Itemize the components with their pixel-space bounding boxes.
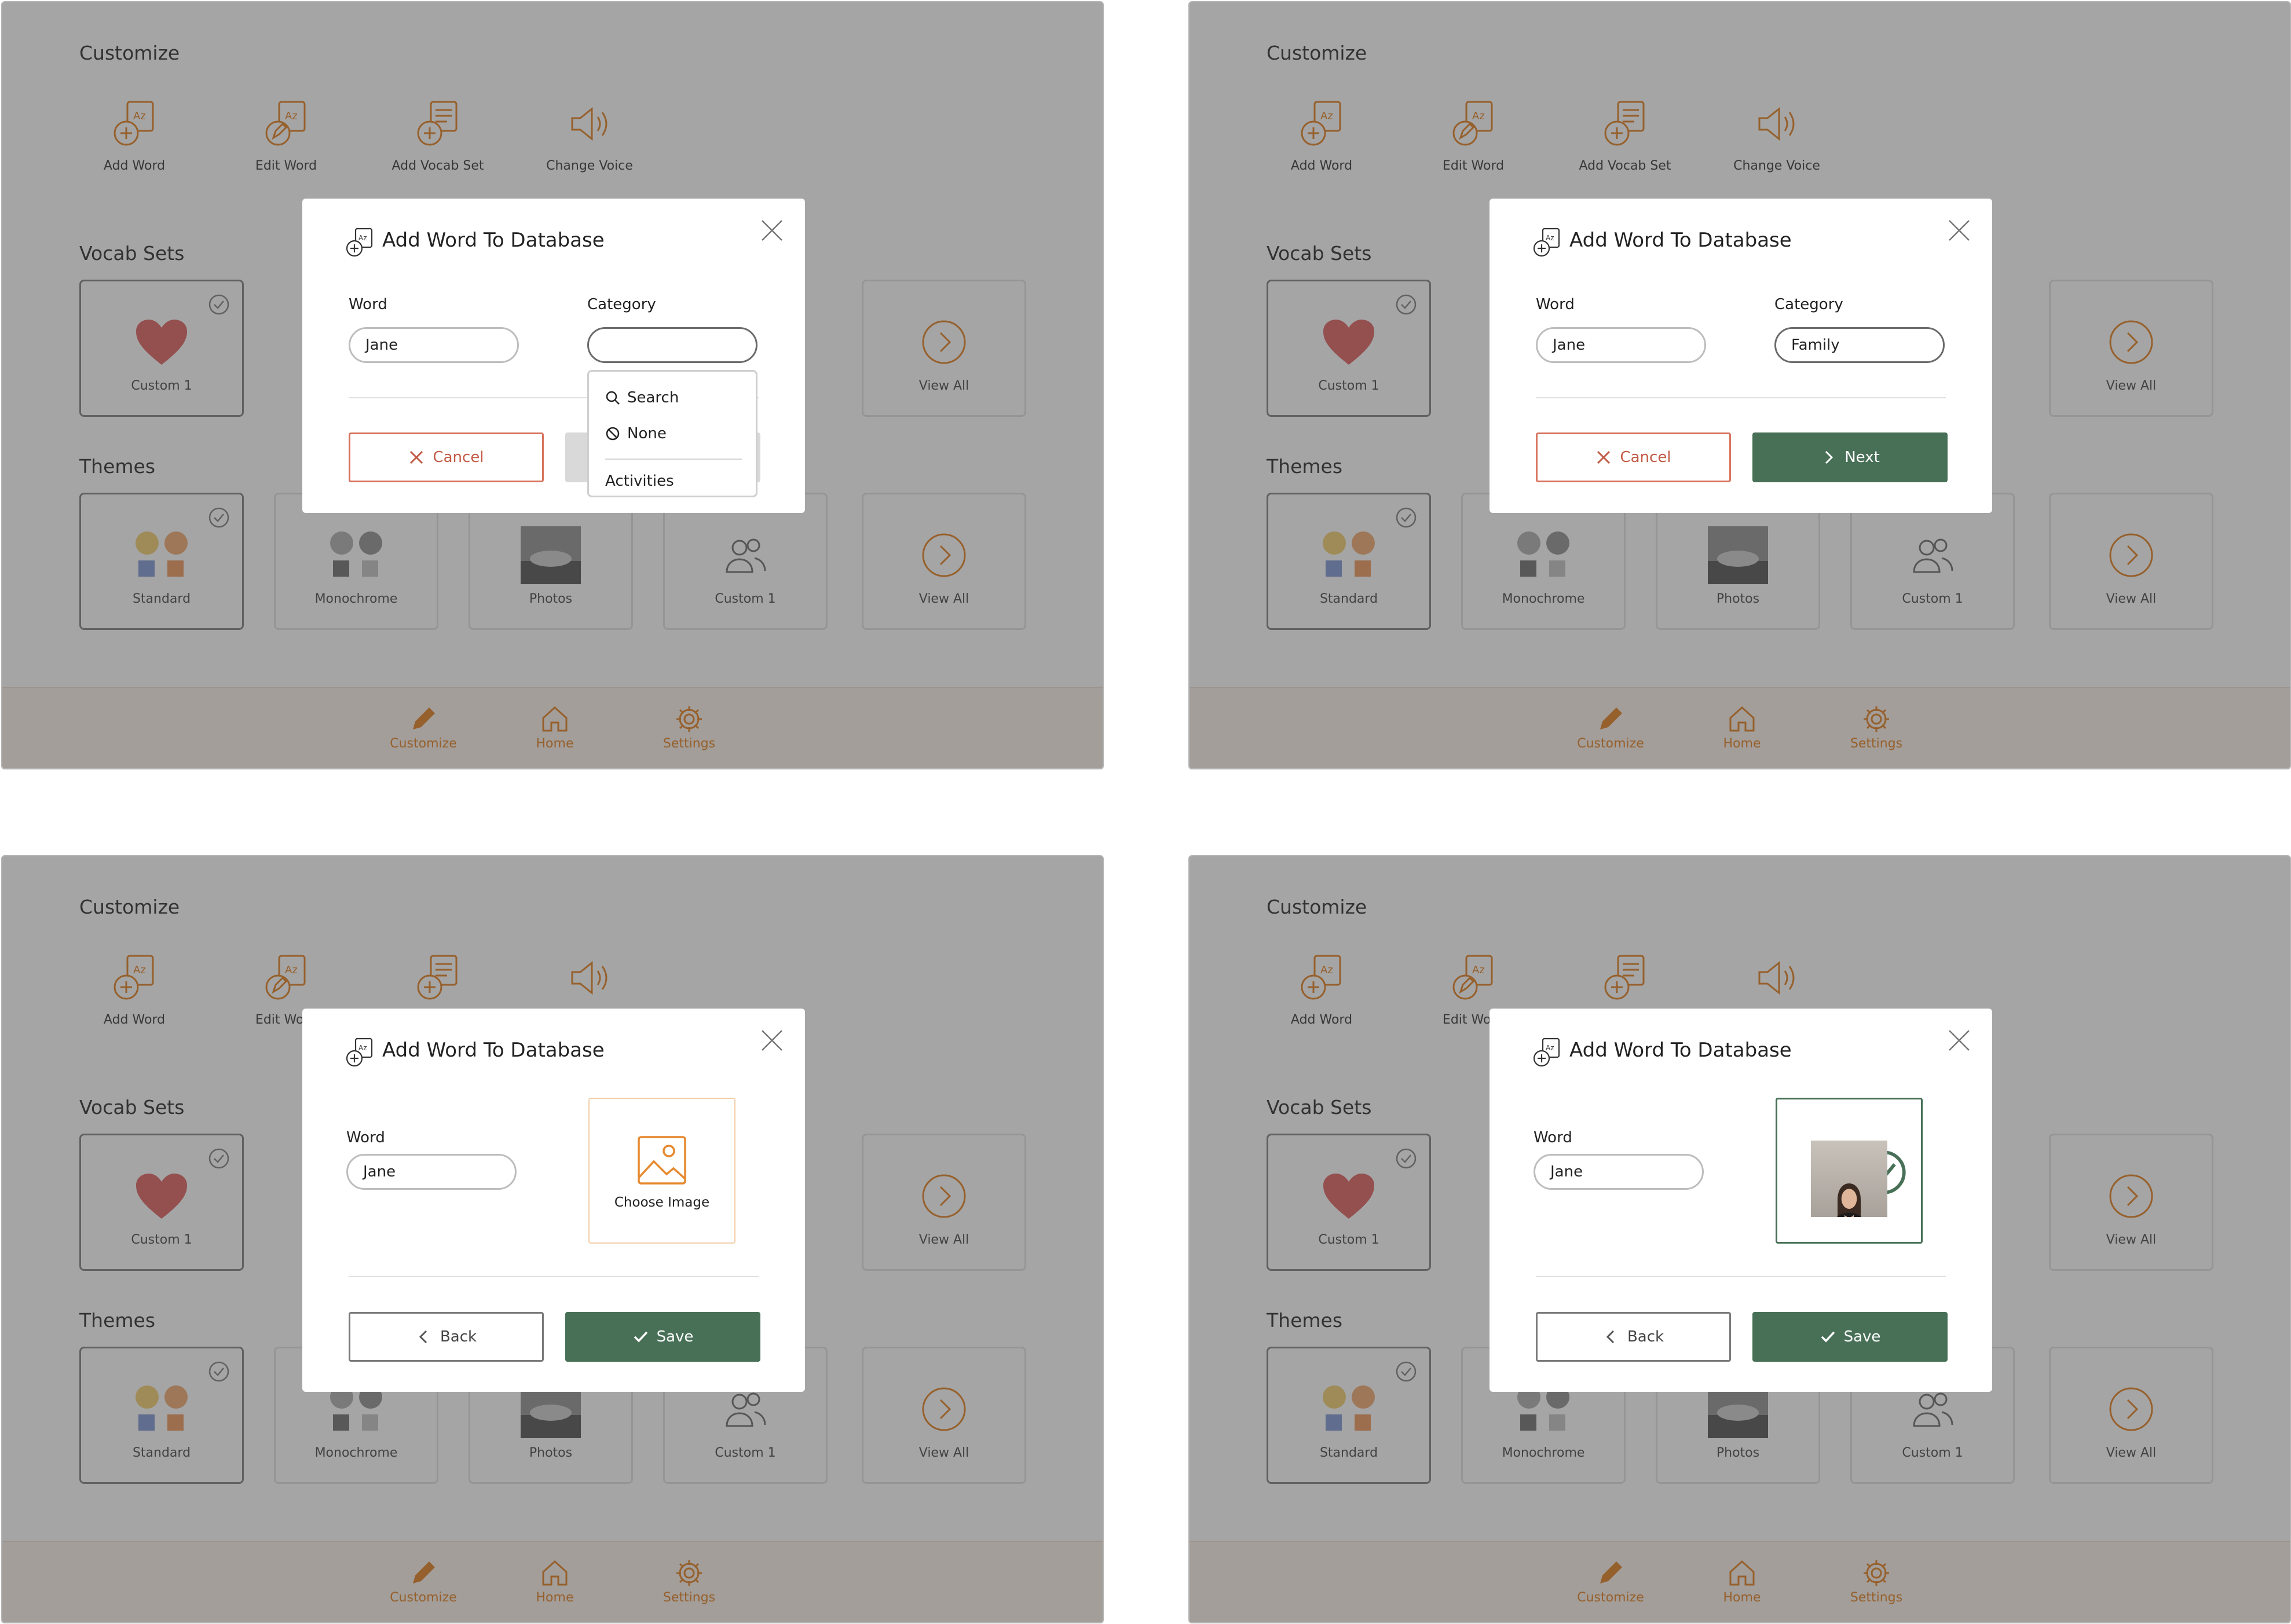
dropdown-option-none[interactable]: None [605,425,667,442]
svg-text:Az: Az [358,1044,367,1052]
save-button[interactable]: Save [1752,1312,1948,1362]
chevron-left-icon [419,1330,427,1344]
back-button[interactable]: Back [349,1312,544,1362]
choose-image-button[interactable]: Choose Image [588,1098,735,1244]
ban-icon [606,427,620,441]
close-icon [1597,450,1611,464]
image-placeholder-icon [638,1136,686,1185]
next-button[interactable]: Next [1752,432,1948,482]
modal-title: Add Word To Database [382,1039,605,1062]
back-button[interactable]: Back [1536,1312,1731,1362]
word-input[interactable]: Jane [1534,1154,1704,1190]
frame-category-selected: Customize Az Add Word Az Edit Word Add V… [1188,1,2291,769]
chevron-left-icon [1606,1330,1614,1344]
word-input[interactable]: Jane [1536,327,1706,363]
add-word-icon: Az [1533,1038,1560,1067]
modal-divider [1536,1276,1946,1277]
word-input[interactable]: Jane [346,1154,517,1190]
category-label: Category [587,296,656,313]
dropdown-search[interactable]: Search [605,389,679,406]
check-icon [1821,1331,1835,1343]
add-word-modal: Az Add Word To Database Word Jane Back S… [1489,1009,1992,1392]
add-word-icon: Az [346,228,373,257]
category-label: Category [1774,296,1843,313]
word-label: Word [349,296,387,313]
back-label: Back [440,1328,477,1346]
add-word-modal: Az Add Word To Database Word Jane Catego… [302,199,805,513]
category-select[interactable] [587,327,757,363]
add-word-modal: Az Add Word To Database Word Jane Choose… [302,1009,805,1392]
back-label: Back [1627,1328,1664,1346]
person-photo-icon [1837,1183,1861,1217]
word-label: Word [1534,1129,1572,1146]
cancel-label: Cancel [433,449,484,466]
modal-divider [349,1276,759,1277]
add-word-icon: Az [346,1038,373,1067]
word-input[interactable]: Jane [349,327,519,363]
close-icon[interactable] [1947,1028,1971,1053]
frame-image-selected: Customize Az Add Word Az Edit Word Add V… [1188,855,2291,1623]
save-button[interactable]: Save [565,1312,760,1362]
search-icon [606,391,620,405]
modal-title: Add Word To Database [382,229,605,252]
add-word-icon: Az [1533,228,1560,257]
portrait-photo [1811,1141,1887,1217]
modal-title: Add Word To Database [1569,229,1792,252]
save-label: Save [656,1328,694,1346]
choose-image-label: Choose Image [614,1195,710,1210]
frame-category-dropdown: Customize Az Add Word Az Edit Word Add V… [1,1,1104,769]
add-word-modal: Az Add Word To Database Word Jane Catego… [1489,199,1992,513]
word-label: Word [1536,296,1575,313]
close-icon [410,450,423,464]
svg-text:Az: Az [1546,234,1554,242]
chevron-right-icon [1825,450,1833,464]
none-label: None [627,425,667,442]
save-label: Save [1843,1328,1881,1346]
close-icon[interactable] [1947,218,1971,243]
next-label: Next [1844,449,1880,466]
check-icon [634,1331,647,1343]
cancel-label: Cancel [1620,449,1671,466]
svg-text:Az: Az [358,234,367,242]
option-label: Activities [605,472,674,490]
svg-text:Az: Az [1546,1044,1554,1052]
dropdown-divider [605,459,742,460]
word-label: Word [346,1129,385,1146]
frame-choose-image: Customize Az Add Word Az Edit Word Add V… [1,855,1104,1623]
category-select[interactable]: Family [1774,327,1945,363]
category-dropdown: Search None Activities [587,370,757,497]
cancel-button[interactable]: Cancel [349,432,544,482]
close-icon[interactable] [760,218,784,243]
search-label: Search [627,389,679,406]
modal-divider [1536,397,1946,398]
cancel-button[interactable]: Cancel [1536,432,1731,482]
dropdown-option-activities[interactable]: Activities [605,472,674,490]
modal-title: Add Word To Database [1569,1039,1792,1062]
close-icon[interactable] [760,1028,784,1053]
selected-image-card[interactable] [1776,1098,1923,1244]
